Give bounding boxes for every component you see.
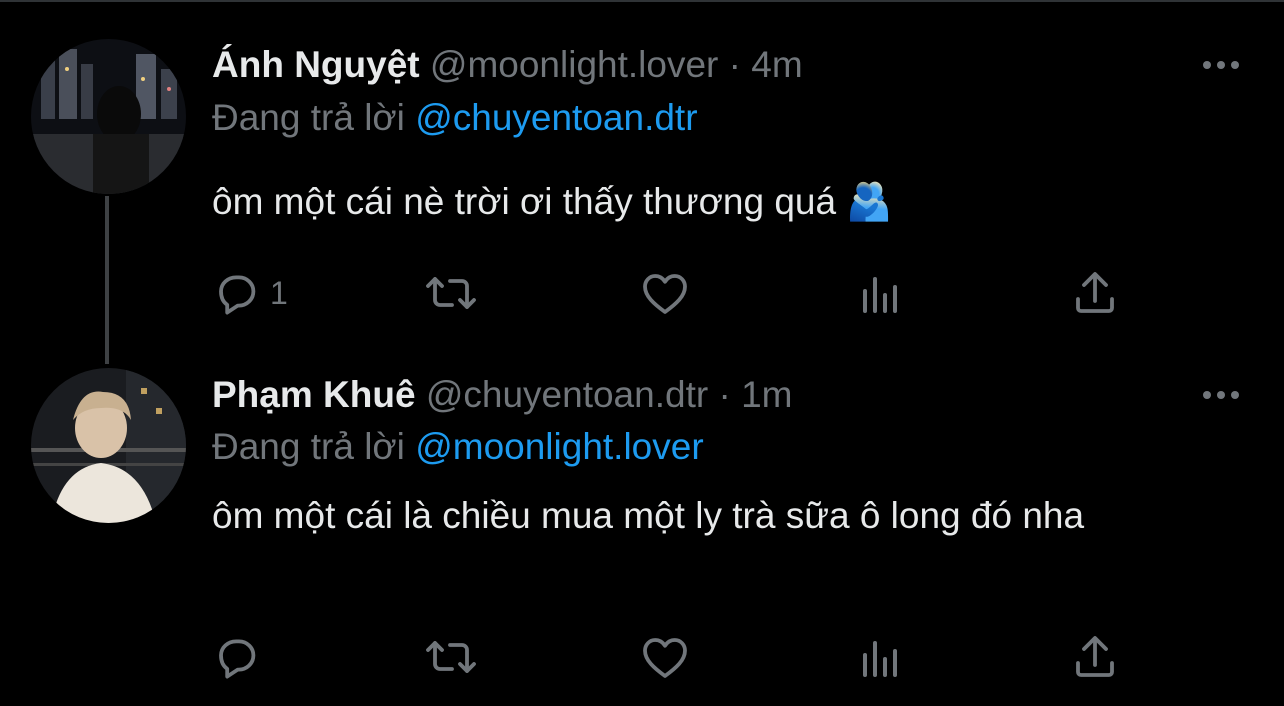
reply-icon	[219, 275, 256, 315]
more-icon	[1203, 61, 1239, 69]
share-icon	[1076, 636, 1114, 677]
retweet-button[interactable]	[424, 268, 478, 318]
analytics-button[interactable]	[859, 632, 903, 682]
analytics-icon	[863, 277, 897, 313]
tweet-actions	[212, 632, 1162, 682]
like-icon	[643, 274, 687, 314]
separator-dot: ·	[718, 374, 731, 415]
user-handle[interactable]: @chuyentoan.dtr	[426, 374, 708, 415]
like-button[interactable]	[640, 632, 690, 682]
reply-mention-link[interactable]: @chuyentoan.dtr	[415, 97, 697, 138]
more-icon	[1203, 391, 1239, 399]
analytics-icon	[863, 641, 897, 677]
more-options-button[interactable]	[1196, 50, 1246, 80]
retweet-button[interactable]	[424, 632, 478, 682]
share-button[interactable]	[1072, 268, 1118, 318]
timestamp[interactable]: 1m	[741, 374, 792, 415]
reply-count: 1	[270, 274, 288, 311]
reply-icon	[219, 639, 256, 679]
user-handle[interactable]: @moonlight.lover	[430, 44, 718, 85]
replying-to-label: Đang trả lời	[212, 97, 405, 138]
tweet-text: ôm một cái là chiều mua một ly trà sữa ô…	[212, 495, 1085, 536]
share-button[interactable]	[1072, 632, 1118, 682]
replying-to-label: Đang trả lời	[212, 426, 405, 467]
tweet-text: ôm một cái nè trời ơi thấy thương quá 🫂	[212, 181, 893, 222]
tweet-actions: 1	[212, 268, 1162, 318]
tweet-header: Phạm Khuê @chuyentoan.dtr · 1m	[212, 373, 792, 417]
timestamp[interactable]: 4m	[751, 44, 802, 85]
display-name[interactable]: Ánh Nguyệt	[212, 44, 420, 85]
retweet-icon	[426, 641, 476, 673]
like-icon	[643, 638, 687, 678]
display-name[interactable]: Phạm Khuê	[212, 374, 416, 415]
avatar[interactable]	[31, 368, 186, 523]
reply-mention-link[interactable]: @moonlight.lover	[415, 426, 703, 467]
replying-to-line: Đang trả lời @moonlight.lover	[212, 425, 704, 469]
tweet-header: Ánh Nguyệt @moonlight.lover · 4m	[212, 43, 803, 87]
more-options-button[interactable]	[1196, 380, 1246, 410]
retweet-icon	[426, 277, 476, 309]
share-icon	[1076, 272, 1114, 313]
reply-button[interactable]	[212, 632, 270, 682]
analytics-button[interactable]	[859, 268, 903, 318]
like-button[interactable]	[640, 268, 690, 318]
tweet[interactable]: Ánh Nguyệt @moonlight.lover · 4m Đang tr…	[0, 0, 1284, 340]
tweet[interactable]: Phạm Khuê @chuyentoan.dtr · 1m Đang trả …	[0, 340, 1284, 706]
avatar[interactable]	[31, 39, 186, 194]
replying-to-line: Đang trả lời @chuyentoan.dtr	[212, 96, 698, 140]
separator-dot: ·	[728, 44, 741, 85]
reply-button[interactable]: 1	[212, 268, 288, 318]
